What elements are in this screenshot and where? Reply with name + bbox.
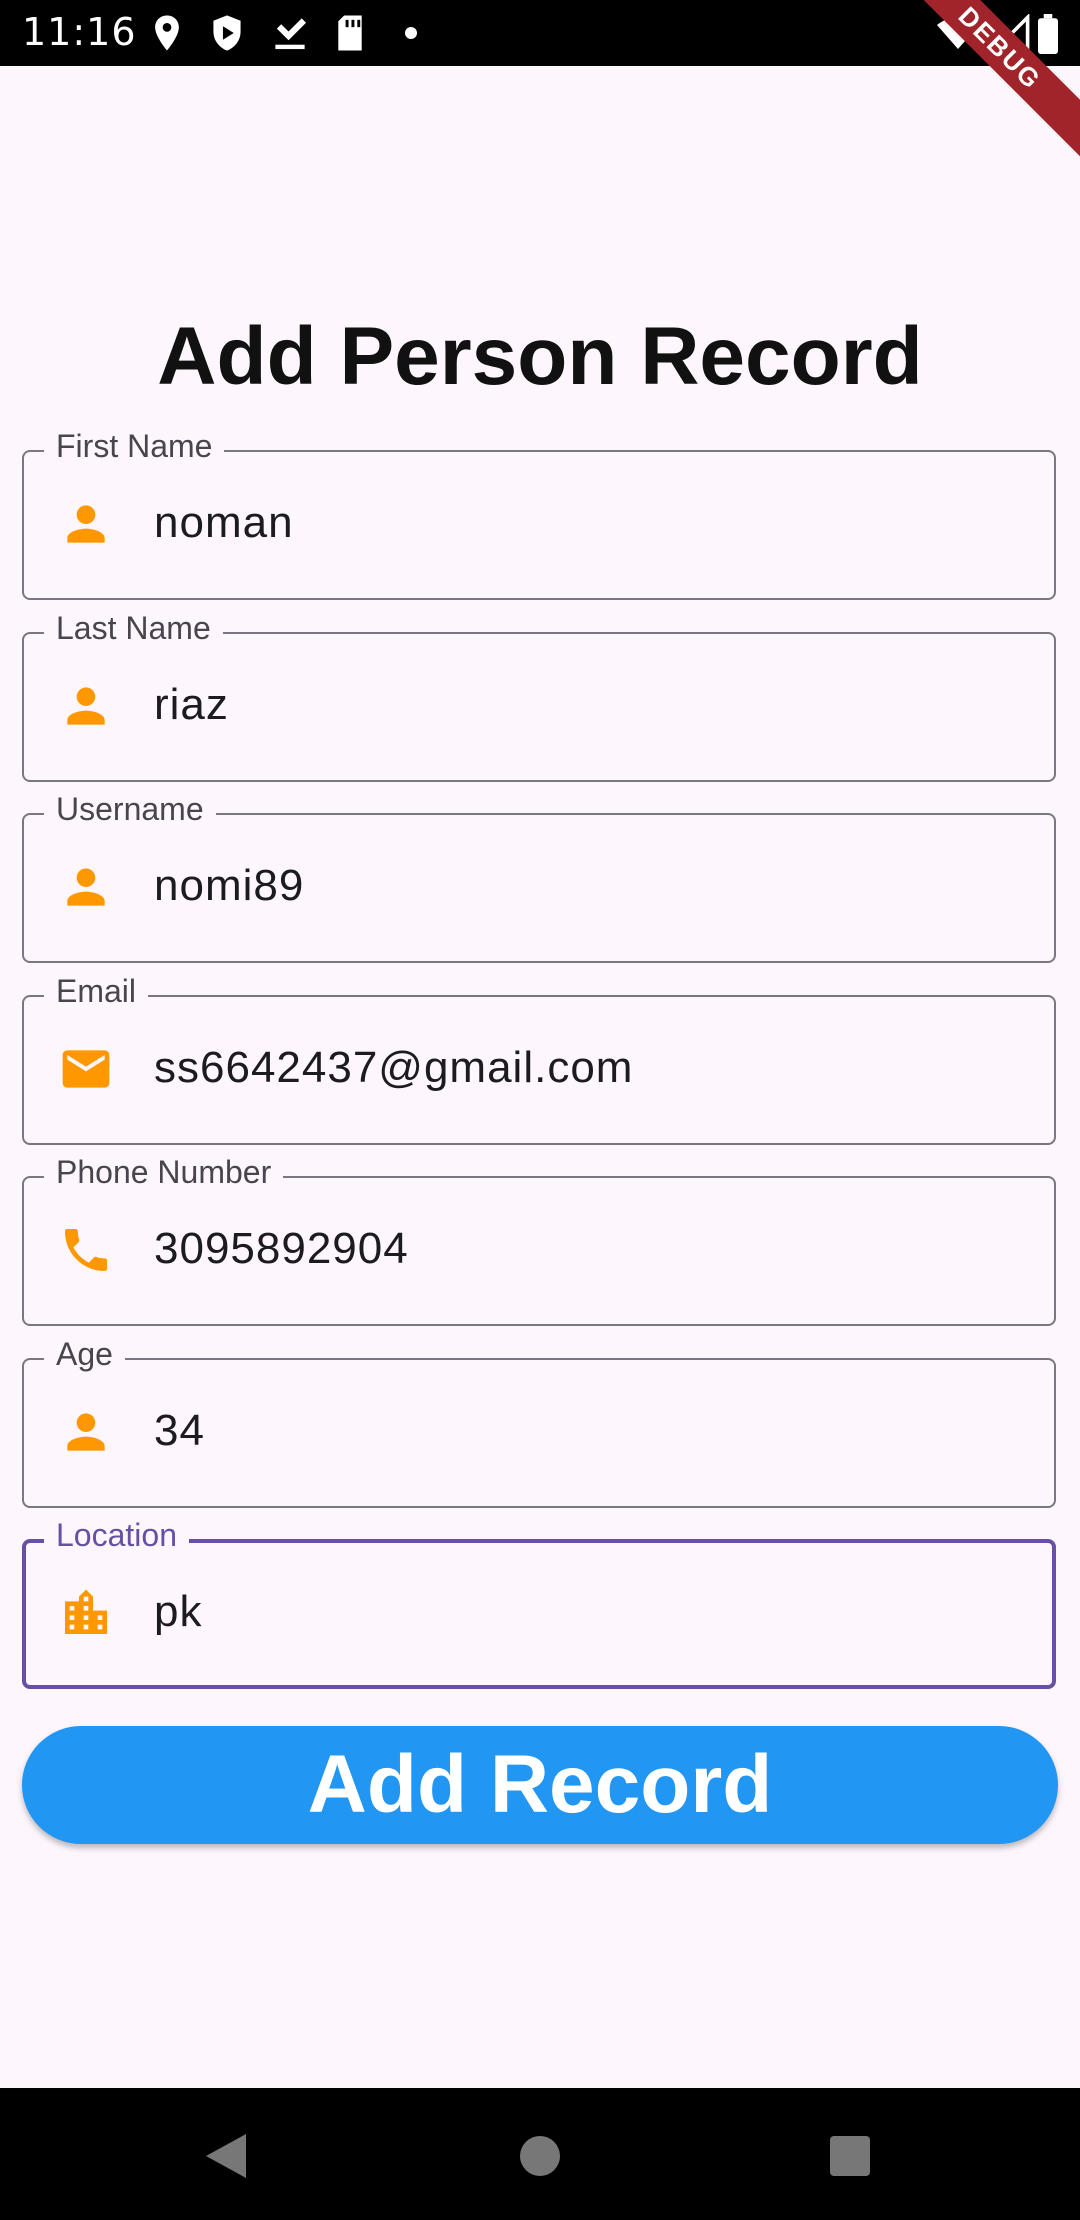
age-input[interactable]: 34 xyxy=(154,1406,205,1456)
last-name-label: Last Name xyxy=(44,610,223,647)
email-label: Email xyxy=(44,973,149,1010)
location-city-icon xyxy=(65,1589,107,1634)
first-name-label: First Name xyxy=(44,428,225,465)
person-icon xyxy=(67,687,105,725)
person-icon xyxy=(67,505,105,543)
status-bar: 11:16 xyxy=(0,0,1080,66)
back-icon[interactable] xyxy=(202,2132,248,2180)
age-label: Age xyxy=(44,1336,125,1373)
phone-number-input[interactable]: 3095892904 xyxy=(154,1224,409,1274)
location-label: Location xyxy=(44,1517,189,1554)
location-field[interactable]: Location pk xyxy=(22,1517,1056,1689)
person-icon xyxy=(67,868,105,906)
email-input[interactable]: ss6642437@gmail.com xyxy=(154,1043,633,1093)
navigation-bar xyxy=(0,2088,1080,2220)
status-time: 11:16 xyxy=(22,10,137,54)
email-icon xyxy=(62,1050,110,1088)
add-record-button[interactable]: Add Record xyxy=(22,1726,1058,1844)
sd-card-icon xyxy=(338,15,362,51)
phone-number-field[interactable]: Phone Number 3095892904 xyxy=(22,1154,1056,1326)
download-done-icon xyxy=(275,18,307,50)
first-name-input[interactable]: noman xyxy=(154,498,294,548)
battery-icon xyxy=(1038,14,1058,54)
location-pin-icon xyxy=(155,15,179,51)
phone-icon xyxy=(65,1229,107,1271)
home-icon[interactable] xyxy=(518,2134,562,2178)
last-name-field[interactable]: Last Name riaz xyxy=(22,610,1056,782)
username-field[interactable]: Username nomi89 xyxy=(22,791,1056,963)
page-title: Add Person Record xyxy=(157,311,923,402)
notification-dot-icon xyxy=(405,27,417,39)
age-field[interactable]: Age 34 xyxy=(22,1336,1056,1508)
play-protect-icon xyxy=(213,15,241,51)
first-name-field[interactable]: First Name noman xyxy=(22,428,1056,600)
location-input[interactable]: pk xyxy=(154,1587,202,1637)
phone-number-label: Phone Number xyxy=(44,1154,284,1191)
recents-icon[interactable] xyxy=(828,2134,872,2178)
username-input[interactable]: nomi89 xyxy=(154,861,304,911)
email-field[interactable]: Email ss6642437@gmail.com xyxy=(22,973,1056,1145)
username-label: Username xyxy=(44,791,216,828)
last-name-input[interactable]: riaz xyxy=(154,680,229,730)
person-icon xyxy=(67,1413,105,1451)
